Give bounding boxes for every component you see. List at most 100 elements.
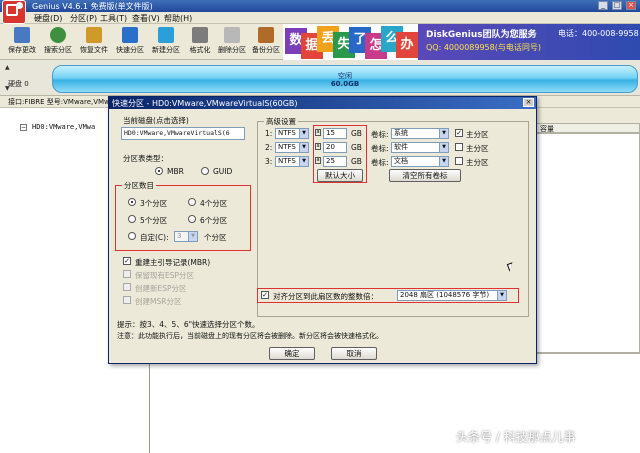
fs-value: NTFS [278, 129, 296, 137]
chevron-down-icon: ▼ [299, 143, 308, 152]
delete-partition-button[interactable]: 删除分区 [214, 25, 250, 59]
rebuild-mbr-checkbox[interactable]: ✓ [123, 257, 131, 265]
app-title: Genius V4.6.1 免费版(单文件版) [32, 2, 153, 11]
create-esp-label: 创建新ESP分区 [135, 284, 187, 293]
warning-text: 注意：此功能执行后，当前磁盘上的现有分区将会被删除。新分区将会被快速格式化。 [117, 332, 383, 340]
maximize-button[interactable]: □ [612, 1, 622, 10]
volume-label-title: 卷标: [371, 144, 389, 153]
mbr-radio[interactable] [155, 167, 163, 175]
search-partition-icon [50, 27, 66, 43]
fs-select-3[interactable]: NTFS ▼ [275, 156, 309, 167]
dialog-close-button[interactable]: × [523, 98, 534, 107]
dialog-titlebar[interactable]: 快速分区 - HD0:VMware,VMwareVirtualS(60GB) [109, 97, 536, 109]
create-msr-checkbox [123, 296, 131, 304]
toolbar-label: 快速分区 [116, 46, 144, 54]
toolbar-label: 保存更改 [8, 46, 36, 54]
quick-partition-button[interactable]: 快速分区 [112, 25, 148, 59]
align-sector-value: 2048 扇区 (1048576 字节) [400, 291, 490, 299]
primary-checkbox-3[interactable] [455, 157, 463, 165]
volume-label-select-2[interactable]: 软件 ▼ [391, 142, 449, 153]
column-header-capacity[interactable]: 容量 [535, 123, 640, 133]
align-label: 对齐分区到此扇区数的整数倍： [273, 292, 378, 301]
count-6-radio[interactable] [188, 215, 196, 223]
advert-banner[interactable]: 数 据 丢 失 了 怎 么 办 DiskGenius团队为您服务 QQ: 400… [283, 24, 640, 60]
volume-label-select-1[interactable]: 系统 ▼ [391, 128, 449, 139]
tree-disk-item[interactable]: HD0:VMware,VMwa [32, 123, 95, 131]
format-icon [192, 27, 208, 43]
align-checkbox[interactable]: ✓ [261, 291, 269, 299]
ok-button[interactable]: 确定 [269, 347, 315, 360]
current-disk-selector[interactable]: HD0:VMware,VMwareVirtualS(6 [121, 127, 245, 140]
clear-labels-button[interactable]: 清空所有卷标 [389, 169, 461, 182]
custom-count-label: 自定(C): [140, 233, 169, 242]
count-5-radio[interactable] [128, 215, 136, 223]
partition-list [535, 133, 640, 353]
chevron-down-icon: ▼ [439, 129, 448, 138]
watermark: 头条号 / 科技那点儿事 [456, 430, 576, 444]
volume-label-value: 系统 [394, 129, 408, 137]
close-button[interactable]: × [626, 1, 636, 10]
toolbar-label: 新建分区 [152, 46, 180, 54]
fs-select-2[interactable]: NTFS ▼ [275, 142, 309, 153]
banner-qq: QQ: 4000089958(与电话同号) [426, 43, 541, 52]
save-icon [14, 27, 30, 43]
count-4-label: 4个分区 [200, 199, 228, 208]
volume-label-title: 卷标: [371, 130, 389, 139]
menu-partition[interactable]: 分区(P) [70, 13, 97, 24]
menu-tools[interactable]: 工具(T) [100, 13, 127, 24]
delete-partition-icon [224, 27, 240, 43]
create-esp-checkbox [123, 283, 131, 291]
menu-bar: 硬盘(D) 分区(P) 工具(T) 查看(V) 帮助(H) [0, 12, 640, 24]
partition-index: 2: [265, 143, 273, 152]
new-partition-icon [158, 27, 174, 43]
banner-brand: DiskGenius团队为您服务 [426, 30, 537, 40]
custom-count-select[interactable]: 3 ▼ [174, 231, 198, 242]
volume-label-value: 软件 [394, 143, 408, 151]
keep-esp-checkbox [123, 270, 131, 278]
primary-checkbox-1[interactable]: ✓ [455, 129, 463, 137]
partition-count-group: 分区数目 3个分区 4个分区 5个分区 6个分区 自定(C): 3 ▼ 个分区 [115, 180, 251, 251]
app-titlebar: Genius V4.6.1 免费版(单文件版) _ □ × [0, 0, 640, 24]
custom-count-radio[interactable] [128, 232, 136, 240]
toolbar-label: 恢复文件 [80, 46, 108, 54]
count-3-radio[interactable] [128, 198, 136, 206]
save-changes-button[interactable]: 保存更改 [4, 25, 40, 59]
quick-partition-icon [122, 27, 138, 43]
partition-size: 60.0GB [330, 80, 360, 88]
toolbar-label: 搜索分区 [44, 46, 72, 54]
chevron-down-icon: ▼ [497, 291, 506, 300]
align-sector-select[interactable]: 2048 扇区 (1048576 字节) ▼ [397, 290, 507, 301]
expand-icon[interactable]: − [20, 124, 27, 131]
recover-file-button[interactable]: 恢复文件 [76, 25, 112, 59]
new-partition-button[interactable]: 新建分区 [148, 25, 184, 59]
format-button[interactable]: 格式化 [182, 25, 218, 59]
banner-contact: DiskGenius团队为您服务 QQ: 4000089958(与电话同号) 电… [418, 24, 640, 60]
primary-label: 主分区 [466, 144, 489, 153]
menu-view[interactable]: 查看(V) [132, 13, 160, 24]
search-partition-button[interactable]: 搜索分区 [40, 25, 76, 59]
minimize-button[interactable]: _ [598, 1, 608, 10]
backup-partition-button[interactable]: 备份分区 [248, 25, 284, 59]
app-logo-icon [2, 0, 26, 24]
primary-checkbox-2[interactable] [455, 143, 463, 151]
custom-count-suffix: 个分区 [204, 233, 227, 242]
partition-index: 1: [265, 129, 273, 138]
default-size-button[interactable]: 默认大小 [317, 169, 363, 182]
fs-value: NTFS [278, 157, 296, 165]
menu-disk[interactable]: 硬盘(D) [34, 13, 62, 24]
banner-char: 办 [396, 32, 418, 58]
menu-help[interactable]: 帮助(H) [164, 13, 192, 24]
custom-count-value: 3 [177, 232, 182, 240]
count-3-label: 3个分区 [140, 199, 168, 208]
free-space-partition-bar[interactable]: 空闲 60.0GB [52, 65, 638, 93]
count-4-radio[interactable] [188, 198, 196, 206]
prev-disk-icon[interactable]: ▲ [5, 64, 13, 71]
primary-label: 主分区 [466, 130, 489, 139]
toolbar-label: 备份分区 [252, 46, 280, 54]
guid-radio[interactable] [201, 167, 209, 175]
count-5-label: 5个分区 [140, 216, 168, 225]
cancel-button[interactable]: 取消 [331, 347, 377, 360]
volume-label-select-3[interactable]: 文档 ▼ [391, 156, 449, 167]
fs-select-1[interactable]: NTFS ▼ [275, 128, 309, 139]
hint-text: 提示：按3、4、5、6"快速选择分区个数。 [117, 320, 260, 329]
